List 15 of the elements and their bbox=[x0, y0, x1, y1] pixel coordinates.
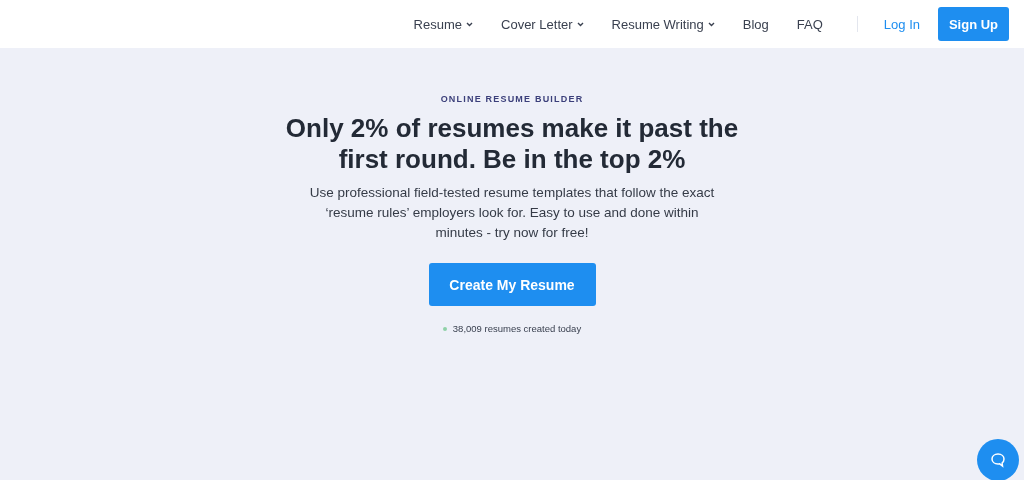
nav-link[interactable]: Resume bbox=[413, 16, 473, 32]
hero-heading: Only 2% of resumes make it past the first round. Be in the top 2% bbox=[284, 113, 740, 175]
nav-link[interactable]: Resume Writing bbox=[611, 16, 715, 32]
eyebrow-label: ONLINE RESUME BUILDER bbox=[440, 94, 584, 104]
nav-link[interactable]: Cover Letter bbox=[501, 16, 584, 32]
nav-link[interactable]: FAQ bbox=[796, 16, 823, 32]
chevron-down-icon bbox=[576, 21, 584, 27]
speech-bubble-icon bbox=[990, 452, 1006, 468]
resume-count-text: 38,009 resumes created today bbox=[452, 323, 582, 334]
status-dot bbox=[442, 326, 447, 331]
hero-description: Use professional field-tested resume templates that follow the exact ‘resume rules’ employers look for. Easy to use and done within minutes - try now for free! bbox=[308, 184, 716, 242]
chevron-down-icon bbox=[466, 21, 473, 27]
chat-button[interactable] bbox=[977, 439, 1019, 480]
chevron-down-icon bbox=[707, 21, 715, 27]
nav-link[interactable]: Blog bbox=[742, 16, 769, 32]
